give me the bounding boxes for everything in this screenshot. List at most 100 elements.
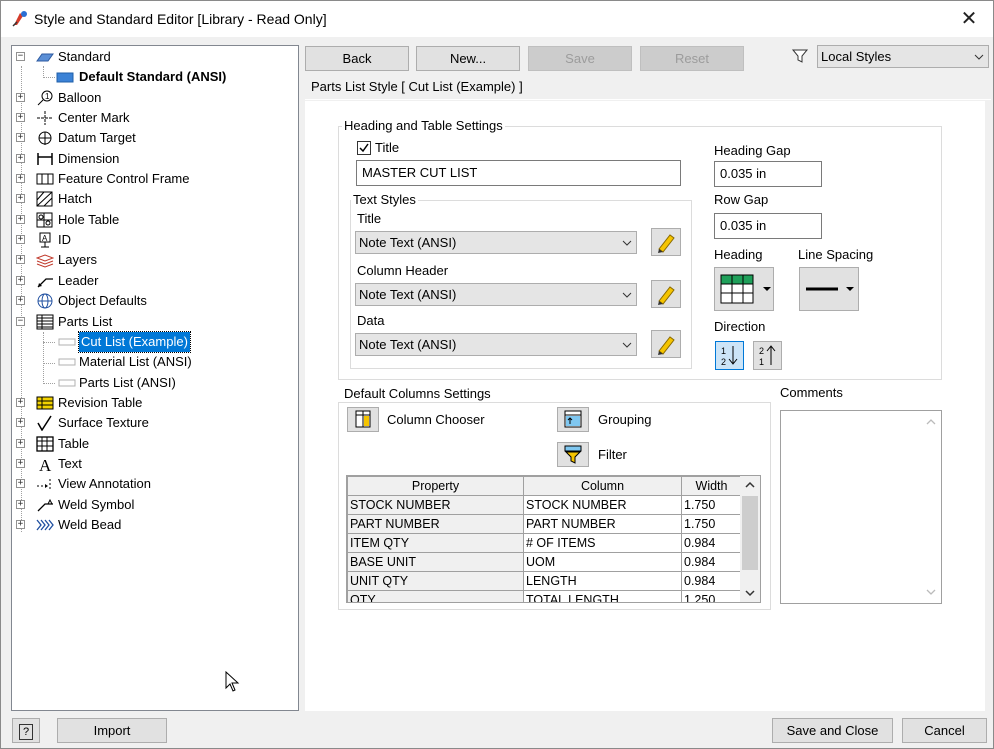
tree-item-table[interactable]: + Table <box>12 434 298 454</box>
import-button[interactable]: Import <box>57 718 167 743</box>
tree-item-standard[interactable]: − Standard <box>12 47 298 67</box>
expand-icon[interactable]: + <box>16 93 25 102</box>
column-cell[interactable]: LENGTH <box>523 571 682 591</box>
tree-item-leader[interactable]: + Leader <box>12 271 298 291</box>
direction-up-button[interactable]: 21 <box>753 341 782 370</box>
collapse-icon[interactable]: − <box>16 52 25 61</box>
new-button[interactable]: New... <box>416 46 520 71</box>
column-chooser-button[interactable] <box>347 407 379 432</box>
title-input[interactable]: MASTER CUT LIST <box>356 160 681 186</box>
tree-item-surface-texture[interactable]: + Surface Texture <box>12 413 298 433</box>
back-button[interactable]: Back <box>305 46 409 71</box>
filter-button[interactable] <box>557 442 589 467</box>
expand-icon[interactable]: + <box>16 296 25 305</box>
style-filter-select[interactable]: Local Styles <box>817 45 989 68</box>
table-scrollbar[interactable] <box>740 476 760 602</box>
heading-gap-input[interactable]: 0.035 in <box>714 161 822 187</box>
width-cell[interactable]: 1.250 <box>681 590 742 602</box>
expand-icon[interactable]: + <box>16 479 25 488</box>
expand-icon[interactable]: + <box>16 133 25 142</box>
expand-icon[interactable]: + <box>16 154 25 163</box>
table-row[interactable]: STOCK NUMBER STOCK NUMBER 1.750 <box>347 495 742 515</box>
expand-icon[interactable]: + <box>16 235 25 244</box>
tree-item-parts-list-ansi[interactable]: Parts List (ANSI) <box>12 373 298 393</box>
tree-item-revision-table[interactable]: + Revision Table <box>12 393 298 413</box>
tree-item-text[interactable]: + A Text <box>12 454 298 474</box>
tree-item-id[interactable]: + A ID <box>12 230 298 250</box>
expand-icon[interactable]: + <box>16 174 25 183</box>
reset-button[interactable]: Reset <box>640 46 744 71</box>
scroll-up-icon[interactable] <box>744 480 756 490</box>
table-row[interactable]: BASE UNIT UOM 0.984 <box>347 552 742 572</box>
tree-item-object-defaults[interactable]: + Object Defaults <box>12 291 298 311</box>
cancel-button[interactable]: Cancel <box>902 718 987 743</box>
columns-table[interactable]: Property Column Width STOCK NUMBER STOCK… <box>346 475 761 603</box>
table-row[interactable]: QTY TOTAL LENGTH 1.250 <box>347 590 742 602</box>
column-cell[interactable]: PART NUMBER <box>523 514 682 534</box>
row-gap-input[interactable]: 0.035 in <box>714 213 822 239</box>
line-spacing-dropdown[interactable] <box>799 267 859 311</box>
expand-icon[interactable]: + <box>16 113 25 122</box>
expand-icon[interactable]: + <box>16 194 25 203</box>
tree-item-feature-control-frame[interactable]: + Feature Control Frame <box>12 169 298 189</box>
tree-item-center-mark[interactable]: + Center Mark <box>12 108 298 128</box>
width-cell[interactable]: 1.750 <box>681 514 742 534</box>
width-cell[interactable]: 0.984 <box>681 571 742 591</box>
tree-item-weld-bead[interactable]: + Weld Bead <box>12 515 298 535</box>
close-button[interactable]: ✕ <box>955 6 983 32</box>
heading-position-dropdown[interactable] <box>714 267 774 311</box>
edit-title-style-button[interactable] <box>651 228 681 256</box>
column-header-width[interactable]: Width <box>681 476 742 496</box>
column-header-property[interactable]: Property <box>347 476 524 496</box>
table-row[interactable]: UNIT QTY LENGTH 0.984 <box>347 571 742 591</box>
tree-item-view-annotation[interactable]: + View Annotation <box>12 474 298 494</box>
save-and-close-button[interactable]: Save and Close <box>772 718 893 743</box>
scroll-down-icon[interactable] <box>925 587 937 597</box>
scroll-down-icon[interactable] <box>744 588 756 598</box>
width-cell[interactable]: 0.984 <box>681 552 742 572</box>
column-cell[interactable]: # OF ITEMS <box>523 533 682 553</box>
tree-item-hole-table[interactable]: + Hole Table <box>12 210 298 230</box>
style-tree[interactable]: − Standard Default Standard (ANSI) + 1 B… <box>11 45 299 711</box>
width-cell[interactable]: 1.750 <box>681 495 742 515</box>
direction-down-button[interactable]: 12 <box>715 341 744 370</box>
table-row[interactable]: PART NUMBER PART NUMBER 1.750 <box>347 514 742 534</box>
expand-icon[interactable]: + <box>16 459 25 468</box>
collapse-icon[interactable]: − <box>16 317 25 326</box>
width-cell[interactable]: 0.984 <box>681 533 742 553</box>
expand-icon[interactable]: + <box>16 255 25 264</box>
tree-item-hatch[interactable]: + Hatch <box>12 189 298 209</box>
tree-item-balloon[interactable]: + 1 Balloon <box>12 88 298 108</box>
expand-icon[interactable]: + <box>16 439 25 448</box>
scroll-thumb[interactable] <box>742 496 758 570</box>
data-style-select[interactable]: Note Text (ANSI) <box>355 333 637 356</box>
grouping-button[interactable] <box>557 407 589 432</box>
tree-item-dimension[interactable]: + Dimension <box>12 149 298 169</box>
expand-icon[interactable]: + <box>16 276 25 285</box>
edit-data-style-button[interactable] <box>651 330 681 358</box>
tree-item-material-list[interactable]: Material List (ANSI) <box>12 352 298 372</box>
expand-icon[interactable]: + <box>16 500 25 509</box>
expand-icon[interactable]: + <box>16 418 25 427</box>
expand-icon[interactable]: + <box>16 215 25 224</box>
title-checkbox[interactable] <box>357 141 371 155</box>
tree-item-parts-list[interactable]: − Parts List <box>12 312 298 332</box>
column-cell[interactable]: STOCK NUMBER <box>523 495 682 515</box>
save-button[interactable]: Save <box>528 46 632 71</box>
tree-item-cut-list[interactable]: Cut List (Example) <box>12 331 298 353</box>
tree-item-default-standard[interactable]: Default Standard (ANSI) <box>12 67 298 87</box>
title-style-select[interactable]: Note Text (ANSI) <box>355 231 637 254</box>
expand-icon[interactable]: + <box>16 398 25 407</box>
tree-item-datum-target[interactable]: + Datum Target <box>12 128 298 148</box>
column-header-column[interactable]: Column <box>523 476 682 496</box>
scroll-up-icon[interactable] <box>925 417 937 427</box>
comments-scrollbar[interactable] <box>921 411 941 603</box>
edit-column-header-style-button[interactable] <box>651 280 681 308</box>
tree-item-layers[interactable]: + Layers <box>12 250 298 270</box>
comments-textarea[interactable] <box>780 410 942 604</box>
column-cell[interactable]: TOTAL LENGTH <box>523 590 682 602</box>
column-header-style-select[interactable]: Note Text (ANSI) <box>355 283 637 306</box>
help-button[interactable]: ? <box>12 718 40 743</box>
table-row[interactable]: ITEM QTY # OF ITEMS 0.984 <box>347 533 742 553</box>
tree-item-weld-symbol[interactable]: + Weld Symbol <box>12 495 298 515</box>
